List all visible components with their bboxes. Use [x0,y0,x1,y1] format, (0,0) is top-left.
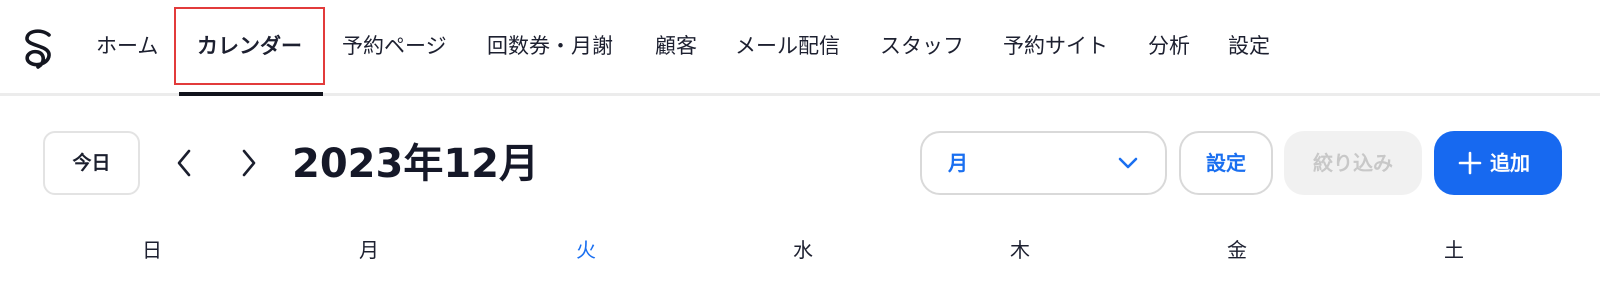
nav-item-analytics[interactable]: 分析 [1148,28,1190,64]
weekday-monday: 月 [359,238,379,262]
add-button-label: 追加 [1490,151,1530,175]
weekday-thursday: 木 [1010,238,1030,262]
filter-button[interactable]: 絞り込み [1284,131,1422,195]
weekday-saturday: 土 [1444,238,1464,262]
weekday-friday: 金 [1227,238,1247,262]
chevron-right-icon[interactable] [233,145,263,181]
add-button[interactable]: 追加 [1434,131,1562,195]
nav-item-booking-page[interactable]: 予約ページ [342,28,447,64]
weekday-wednesday: 水 [793,238,813,262]
logo-icon[interactable] [18,26,58,70]
nav-item-tickets[interactable]: 回数券・月謝 [487,28,613,64]
chevron-down-icon [1118,157,1138,169]
nav-item-settings[interactable]: 設定 [1228,28,1270,64]
weekday-tuesday: 火 [576,238,596,262]
weekday-sunday: 日 [142,238,162,262]
view-mode-select[interactable]: 月 [920,131,1167,195]
active-nav-underline [179,92,323,96]
active-nav-highlight [174,7,325,85]
top-navigation: ホーム カレンダー 予約ページ 回数券・月謝 顧客 メール配信 スタッフ 予約サ… [0,0,1600,96]
chevron-left-icon[interactable] [170,145,200,181]
nav-item-home[interactable]: ホーム [96,28,158,64]
nav-item-booking-site[interactable]: 予約サイト [1003,28,1108,64]
nav-item-mail[interactable]: メール配信 [735,28,840,64]
view-mode-value: 月 [948,151,968,175]
plus-icon [1458,151,1482,175]
nav-item-staff[interactable]: スタッフ [880,28,964,64]
calendar-settings-button[interactable]: 設定 [1179,131,1273,195]
nav-item-customers[interactable]: 顧客 [655,28,697,64]
today-button[interactable]: 今日 [43,131,140,195]
current-month-title: 2023年12月 [292,141,539,187]
